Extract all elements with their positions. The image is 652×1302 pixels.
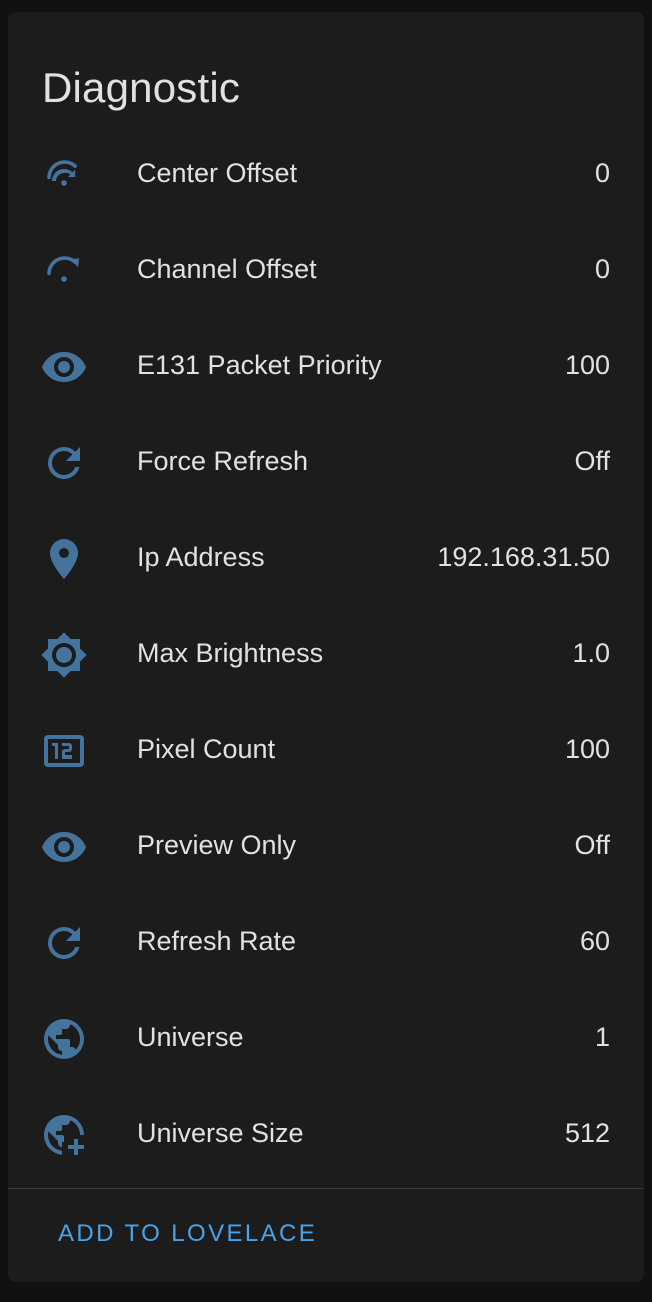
entity-value: 1 — [594, 1022, 610, 1052]
entity-row-ip-address[interactable]: Ip Address 192.168.31.50 — [8, 509, 644, 605]
entity-row-refresh-rate[interactable]: Refresh Rate 60 — [8, 893, 644, 989]
add-to-lovelace-button[interactable]: ADD TO LOVELACE — [48, 1210, 327, 1258]
entity-label: Ip Address — [137, 542, 265, 572]
entity-value: 0 — [594, 254, 610, 284]
numeric-icon — [40, 727, 88, 775]
entity-label: Max Brightness — [137, 638, 324, 668]
refresh-icon — [40, 919, 88, 967]
entity-label: Channel Offset — [137, 254, 317, 284]
entity-value: 100 — [564, 350, 610, 380]
entity-label: Universe Size — [137, 1118, 304, 1148]
entity-value: 100 — [564, 734, 610, 764]
entity-label: Universe — [137, 1022, 244, 1052]
earth-icon — [40, 1015, 88, 1063]
card-actions-divider — [8, 1188, 644, 1189]
entity-label: Center Offset — [137, 158, 298, 188]
entity-value: Off — [574, 830, 610, 860]
eye-icon — [40, 343, 88, 391]
entity-row-max-brightness[interactable]: Max Brightness 1.0 — [8, 605, 644, 701]
entity-label: Refresh Rate — [137, 926, 297, 956]
entity-label: E131 Packet Priority — [137, 350, 382, 380]
entity-row-e131-packet-priority[interactable]: E131 Packet Priority 100 — [8, 317, 644, 413]
entity-row-universe-size[interactable]: Universe Size 512 — [8, 1085, 644, 1181]
eye-icon — [40, 823, 88, 871]
entity-value: 60 — [579, 926, 610, 956]
earth-plus-icon — [40, 1111, 88, 1159]
entity-row-force-refresh[interactable]: Force Refresh Off — [8, 413, 644, 509]
entity-row-universe[interactable]: Universe 1 — [8, 989, 644, 1085]
card-title: Diagnostic — [42, 64, 241, 111]
map-marker-icon — [40, 535, 88, 583]
entity-value: 512 — [564, 1118, 610, 1148]
brightness-icon — [40, 631, 88, 679]
entity-row-channel-offset[interactable]: Channel Offset 0 — [8, 221, 644, 317]
entity-label: Pixel Count — [137, 734, 276, 764]
entity-value: 1.0 — [572, 638, 610, 668]
diagnostic-card: Diagnostic Center Offset 0 Channel Offse… — [8, 12, 644, 1282]
entity-value: 192.168.31.50 — [437, 542, 610, 572]
entity-value: Off — [574, 446, 610, 476]
entity-label: Force Refresh — [137, 446, 309, 476]
entity-label: Preview Only — [137, 830, 297, 860]
gauge-icon — [40, 247, 88, 295]
entity-row-pixel-count[interactable]: Pixel Count 100 — [8, 701, 644, 797]
entity-row-center-offset[interactable]: Center Offset 0 — [8, 125, 644, 221]
entity-row-preview-only[interactable]: Preview Only Off — [8, 797, 644, 893]
gauge-icon — [40, 151, 88, 199]
entity-list: Center Offset 0 Channel Offset 0 E131 Pa… — [8, 125, 644, 1181]
refresh-icon — [40, 439, 88, 487]
entity-value: 0 — [594, 158, 610, 188]
